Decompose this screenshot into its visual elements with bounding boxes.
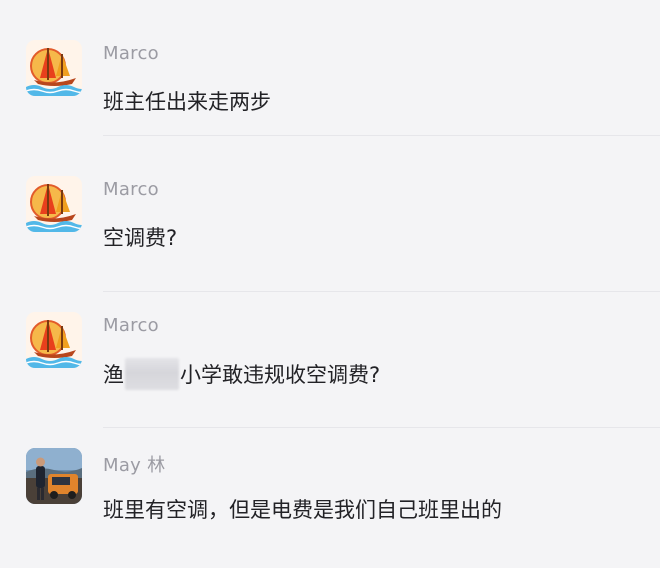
sailboat-avatar-image — [26, 40, 82, 96]
message-text-part: 空调费? — [103, 226, 178, 250]
message-text[interactable]: 空调费? — [103, 222, 177, 252]
sailboat-avatar[interactable] — [26, 40, 82, 96]
message-divider — [103, 135, 660, 136]
sender-name: Marco — [103, 43, 159, 64]
sailboat-avatar[interactable] — [26, 312, 82, 368]
chat-message: May 林 班里有空调，但是电费是我们自己班里出的 — [0, 428, 660, 568]
message-text-part: 渔 — [103, 363, 124, 387]
message-text-part: 小学敢违规收空调费? — [180, 363, 381, 387]
sailboat-avatar-image — [26, 176, 82, 232]
message-text-part: 班里有空调，但是电费是我们自己班里出的 — [103, 498, 502, 522]
message-text[interactable]: 班里有空调，但是电费是我们自己班里出的 — [103, 494, 502, 524]
sailboat-avatar[interactable] — [26, 176, 82, 232]
message-text[interactable]: 班主任出来走两步 — [103, 86, 271, 116]
chat-message: Marco 班主任出来走两步 — [0, 0, 660, 136]
sailboat-avatar-image — [26, 312, 82, 368]
photo-avatar-image — [26, 448, 82, 504]
message-text[interactable]: 渔 小学敢违规收空调费? — [103, 358, 380, 390]
chat-message: Marco 空调费? — [0, 156, 660, 292]
sender-name: Marco — [103, 315, 159, 336]
sender-name: May 林 — [103, 455, 166, 476]
photo-avatar[interactable] — [26, 448, 82, 504]
chat-message: Marco 渔 小学敢违规收空调费? — [0, 292, 660, 428]
redacted-blur — [125, 358, 179, 390]
chat-list: Marco 班主任出来走两步 Marco 空调费? Marco 渔 小学敢违规收… — [0, 0, 660, 568]
message-text-part: 班主任出来走两步 — [103, 90, 271, 114]
sender-name: Marco — [103, 179, 159, 200]
